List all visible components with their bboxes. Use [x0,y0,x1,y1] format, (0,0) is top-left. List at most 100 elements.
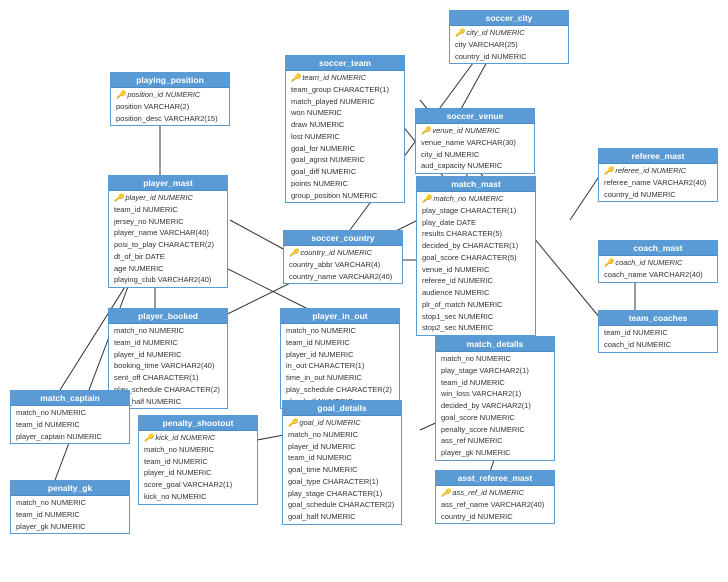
table-coach_mast: coach_mast🔑coach_id NUMERICcoach_name VA… [598,240,718,283]
table-soccer_venue: soccer_venue🔑venue_id NUMERICvenue_name … [415,108,535,174]
table-row-referee_mast-1: referee_name VARCHAR2(40) [599,177,717,189]
table-row-soccer_city-0: 🔑city_id NUMERIC [450,27,568,39]
table-row-player_mast-1: team_id NUMERIC [109,204,227,216]
table-body-referee_mast: 🔑referee_id NUMERICreferee_name VARCHAR2… [599,164,717,201]
table-row-goal_details-1: match_no NUMERIC [283,429,401,441]
table-row-goal_details-8: goal_half NUMERIC [283,511,401,523]
table-row-match_mast-0: 🔑match_no NUMERIC [417,193,535,205]
table-row-penalty_shootout-3: player_id NUMERIC [139,467,257,479]
table-soccer_team: soccer_team🔑team_id NUMERICteam_group CH… [285,55,405,203]
table-row-soccer_country-1: country_abbr VARCHAR(4) [284,259,402,271]
table-row-soccer_venue-0: 🔑venue_id NUMERIC [416,125,534,137]
table-header-team_coaches: team_coaches [599,311,717,326]
table-row-player_mast-4: posi_to_play CHARACTER(2) [109,239,227,251]
table-row-player_booked-2: player_id NUMERIC [109,349,227,361]
table-row-match_mast-6: venue_id NUMERIC [417,264,535,276]
table-row-player_booked-3: booking_time VARCHAR2(40) [109,360,227,372]
table-row-player_mast-0: 🔑player_id NUMERIC [109,192,227,204]
table-penalty_shootout: penalty_shootout🔑kick_id NUMERICmatch_no… [138,415,258,505]
table-body-coach_mast: 🔑coach_id NUMERICcoach_name VARCHAR2(40) [599,256,717,282]
table-row-goal_details-2: player_id NUMERIC [283,441,401,453]
table-body-soccer_city: 🔑city_id NUMERICcity VARCHAR(25)country_… [450,26,568,63]
table-row-penalty_gk-0: match_no NUMERIC [11,497,129,509]
table-row-player_mast-5: dt_of_bir DATE [109,251,227,263]
table-row-match_captain-1: team_id NUMERIC [11,419,129,431]
table-header-penalty_shootout: penalty_shootout [139,416,257,431]
table-row-playing_position-0: 🔑position_id NUMERIC [111,89,229,101]
table-row-soccer_team-5: lost NUMERIC [286,131,404,143]
table-body-playing_position: 🔑position_id NUMERICposition VARCHAR(2)p… [111,88,229,125]
table-row-match_details-2: team_id NUMERIC [436,377,554,389]
table-row-soccer_team-8: goal_diff NUMERIC [286,166,404,178]
table-row-playing_position-1: position VARCHAR(2) [111,101,229,113]
table-header-asst_referee_mast: asst_referee_mast [436,471,554,486]
table-row-penalty_gk-2: player_gk NUMERIC [11,521,129,533]
table-row-match_details-6: penalty_score NUMERIC [436,424,554,436]
table-row-match_details-5: goal_score NUMERIC [436,412,554,424]
table-row-penalty_shootout-5: kick_no NUMERIC [139,491,257,503]
table-player_in_out: player_in_outmatch_no NUMERICteam_id NUM… [280,308,400,409]
table-row-match_mast-9: plr_of_match NUMERIC [417,299,535,311]
table-body-player_in_out: match_no NUMERICteam_id NUMERICplayer_id… [281,324,399,408]
table-row-goal_details-3: team_id NUMERIC [283,452,401,464]
table-header-soccer_venue: soccer_venue [416,109,534,124]
table-row-soccer_venue-3: aud_capacity NUMERIC [416,160,534,172]
table-header-referee_mast: referee_mast [599,149,717,164]
table-body-goal_details: 🔑goal_id NUMERICmatch_no NUMERICplayer_i… [283,416,401,524]
table-row-match_details-1: play_stage VARCHAR2(1) [436,365,554,377]
table-match_details: match_detailsmatch_no NUMERICplay_stage … [435,336,555,461]
table-row-match_details-4: decided_by VARCHAR2(1) [436,400,554,412]
table-body-soccer_venue: 🔑venue_id NUMERICvenue_name VARCHAR(30)c… [416,124,534,173]
table-row-match_mast-10: stop1_sec NUMERIC [417,311,535,323]
table-asst_referee_mast: asst_referee_mast🔑ass_ref_id NUMERICass_… [435,470,555,524]
table-soccer_city: soccer_city🔑city_id NUMERICcity VARCHAR(… [449,10,569,64]
table-row-soccer_city-1: city VARCHAR(25) [450,39,568,51]
table-body-team_coaches: team_id NUMERICcoach_id NUMERIC [599,326,717,352]
table-row-playing_position-2: position_desc VARCHAR2(15) [111,113,229,125]
table-body-match_mast: 🔑match_no NUMERICplay_stage CHARACTER(1)… [417,192,535,335]
table-row-goal_details-0: 🔑goal_id NUMERIC [283,417,401,429]
table-row-player_booked-0: match_no NUMERIC [109,325,227,337]
table-row-match_details-8: player_gk NUMERIC [436,447,554,459]
table-row-match_mast-11: stop2_sec NUMERIC [417,322,535,334]
table-row-penalty_shootout-4: score_goal VARCHAR2(1) [139,479,257,491]
table-row-goal_details-5: goal_type CHARACTER(1) [283,476,401,488]
table-row-soccer_team-4: draw NUMERIC [286,119,404,131]
table-row-goal_details-6: play_stage CHARACTER(1) [283,488,401,500]
table-row-team_coaches-0: team_id NUMERIC [599,327,717,339]
table-team_coaches: team_coachesteam_id NUMERICcoach_id NUME… [598,310,718,353]
table-header-goal_details: goal_details [283,401,401,416]
table-header-match_details: match_details [436,337,554,352]
table-header-player_in_out: player_in_out [281,309,399,324]
table-header-playing_position: playing_position [111,73,229,88]
table-player_mast: player_mast🔑player_id NUMERICteam_id NUM… [108,175,228,288]
table-row-player_in_out-4: time_in_out NUMERIC [281,372,399,384]
table-header-soccer_team: soccer_team [286,56,404,71]
table-row-referee_mast-2: country_id NUMERIC [599,189,717,201]
table-row-match_mast-7: referee_id NUMERIC [417,275,535,287]
table-row-match_mast-5: goal_score CHARACTER(5) [417,252,535,264]
table-body-match_captain: match_no NUMERICteam_id NUMERICplayer_ca… [11,406,129,443]
table-penalty_gk: penalty_gkmatch_no NUMERICteam_id NUMERI… [10,480,130,534]
erd-diagram: soccer_city🔑city_id NUMERICcity VARCHAR(… [0,0,728,582]
table-header-penalty_gk: penalty_gk [11,481,129,496]
table-header-soccer_country: soccer_country [284,231,402,246]
table-playing_position: playing_position🔑position_id NUMERICposi… [110,72,230,126]
table-row-asst_referee_mast-1: ass_ref_name VARCHAR2(40) [436,499,554,511]
table-soccer_country: soccer_country🔑country_id NUMERICcountry… [283,230,403,284]
table-header-player_booked: player_booked [109,309,227,324]
table-row-goal_details-4: goal_time NUMERIC [283,464,401,476]
table-row-soccer_team-2: match_played NUMERIC [286,96,404,108]
table-row-soccer_team-6: goal_for NUMERIC [286,143,404,155]
table-row-player_in_out-3: in_out CHARACTER(1) [281,360,399,372]
table-row-match_details-7: ass_ref NUMERIC [436,435,554,447]
table-header-coach_mast: coach_mast [599,241,717,256]
table-body-match_details: match_no NUMERICplay_stage VARCHAR2(1)te… [436,352,554,460]
table-row-asst_referee_mast-2: country_id NUMERIC [436,511,554,523]
table-header-match_captain: match_captain [11,391,129,406]
table-row-player_in_out-2: player_id NUMERIC [281,349,399,361]
table-row-penalty_gk-1: team_id NUMERIC [11,509,129,521]
table-body-player_mast: 🔑player_id NUMERICteam_id NUMERICjersey_… [109,191,227,287]
table-row-soccer_team-7: goal_agnst NUMERIC [286,154,404,166]
table-goal_details: goal_details🔑goal_id NUMERICmatch_no NUM… [282,400,402,525]
